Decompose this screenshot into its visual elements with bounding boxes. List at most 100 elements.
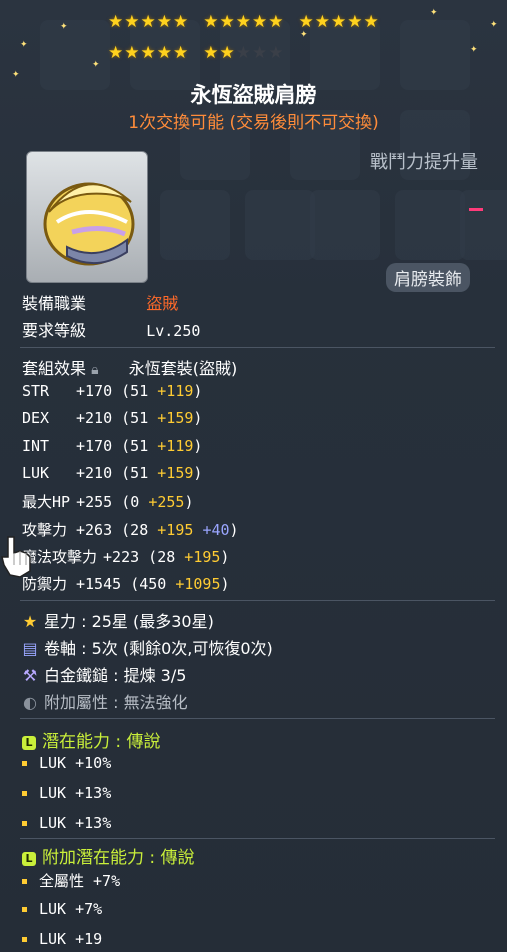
sparkle-icon: ✦ [60, 22, 68, 32]
scroll-icon: ▤ [22, 639, 38, 658]
star-icon: ★ [363, 12, 380, 32]
potential-line-text: LUK +13% [39, 784, 112, 802]
stat-close: ) [220, 547, 230, 566]
combat-power-label: 戰鬥力提升量 [370, 152, 478, 173]
stat-base: (28 [148, 547, 176, 566]
job-label: 裝備職業 [22, 294, 87, 313]
stat-bonus: +159 [157, 463, 194, 482]
item-tooltip: ★★★★★ ★★★★★ ★★★★★ ★★★★★ ★★★★★ ✦ ✦ ✦ ✦ ✦ ✦ ✦… [0, 0, 507, 952]
divider [20, 838, 495, 839]
star-icon: ★ [252, 43, 269, 63]
hammer-text: 白金鐵鎚 : 提煉 3/5 [44, 666, 187, 685]
stat-name: 最大HP [22, 493, 71, 512]
sparkle-icon: ✦ [470, 45, 478, 55]
star-icon: ★ [314, 12, 331, 32]
legendary-grade-icon: L [22, 851, 36, 866]
sparkle-icon: ✦ [430, 8, 438, 18]
stat-total: +255 [76, 493, 113, 512]
star-icon: ★ [203, 12, 220, 32]
sparkle-icon: ✦ [300, 30, 308, 40]
additional-potential-title: 附加潛在能力 : 傳說 [42, 848, 195, 868]
stat-base: (51 [121, 409, 149, 428]
star-icon: ★ [219, 43, 236, 63]
divider [20, 347, 495, 348]
star-row-2: ★★★★★ ★★★★★ [108, 43, 299, 63]
level-value: Lv.250 [146, 322, 201, 340]
hand-cursor-icon [1, 536, 31, 578]
star-icon: ★ [268, 43, 285, 63]
stat-bonus: +159 [157, 409, 194, 428]
stat-name: INT [22, 436, 50, 455]
stat-base: (51 [121, 463, 149, 482]
shoulder-item-icon [43, 182, 135, 266]
stat-row: LUK +210 (51 +159) [22, 464, 202, 482]
stat-total: +210 [76, 409, 113, 428]
potential-line: LUK +7% [22, 900, 102, 918]
stat-bonus: +119 [157, 436, 194, 455]
soul-icon: ◐ [23, 693, 37, 712]
stat-base: (0 [121, 493, 140, 512]
stat-row: 最大HP +255 (0 +255) [22, 491, 193, 512]
bullet-icon [22, 907, 27, 912]
stat-base: (51 [121, 436, 149, 455]
stat-row: 魔法攻擊力 +223 (28 +195) [22, 546, 229, 567]
star-icon: ★ [156, 43, 173, 63]
stat-close: ) [193, 409, 203, 428]
potential-line: LUK +10% [22, 754, 111, 772]
potential-title: 潛在能力 : 傳說 [42, 732, 161, 752]
bullet-icon [22, 879, 27, 884]
potential-line: 全屬性 +7% [22, 870, 120, 891]
stat-close: ) [220, 575, 230, 594]
stat-row: INT +170 (51 +119) [22, 437, 202, 455]
potential-line: LUK +13% [22, 784, 111, 802]
star-icon: ★ [156, 12, 173, 32]
stat-total: +1545 [76, 575, 122, 594]
star-icon: ★ [252, 12, 269, 32]
star-icon: ★ [219, 12, 236, 32]
category-badge: 肩膀裝飾 [386, 263, 470, 292]
set-value: 永恆套裝(盜賊) [128, 359, 238, 378]
sparkle-icon: ✦ [490, 20, 498, 30]
starforce-text: 星力 : 25星 (最多30星) [44, 612, 214, 631]
job-row: 裝備職業 盜賊 [22, 290, 178, 314]
soul-row: ◐ 附加屬性 : 無法強化 [22, 689, 188, 713]
star-icon: ★ [235, 43, 252, 63]
sparkle-icon: ✦ [20, 40, 28, 50]
stat-close: ) [193, 463, 203, 482]
stat-bonus: +195 [157, 520, 194, 539]
trade-note: 1次交換可能 (交易後則不可交換) [128, 113, 379, 133]
bullet-icon [22, 791, 27, 796]
scroll-text: 卷軸 : 5次 (剩餘0次,可恢復0次) [44, 639, 273, 658]
lock-icon: 🔒︎ [91, 362, 99, 378]
soul-text: 附加屬性 : 無法強化 [44, 693, 188, 712]
stat-close: ) [193, 436, 203, 455]
star-icon: ★ [203, 43, 220, 63]
set-label: 套組效果 [22, 359, 87, 378]
star-icon: ★ [268, 12, 285, 32]
stat-row: DEX +210 (51 +159) [22, 409, 202, 427]
potential-header: L 潛在能力 : 傳說 [22, 727, 161, 752]
stat-base: (28 [121, 520, 149, 539]
star-icon: ★ [173, 43, 190, 63]
stat-bonus: +195 [184, 547, 221, 566]
potential-line: LUK +13% [22, 814, 111, 832]
star-icon: ★ [298, 12, 315, 32]
stat-total: +210 [76, 463, 113, 482]
hammer-row: ⚒ 白金鐵鎚 : 提煉 3/5 [22, 662, 187, 686]
stat-base: (450 [130, 575, 167, 594]
stat-name: LUK [22, 463, 50, 482]
star-icon: ★ [331, 12, 348, 32]
stat-row: 防禦力 +1545 (450 +1095) [22, 573, 230, 594]
potential-line-text: LUK +13% [39, 814, 112, 832]
stat-extra: +40 [202, 520, 230, 539]
stat-close: ) [229, 520, 239, 539]
level-row: 要求等級 Lv.250 [22, 317, 200, 341]
star-icon: ★ [124, 43, 141, 63]
star-icon: ★ [140, 12, 157, 32]
potential-line-text: LUK +19 [39, 930, 103, 948]
bullet-icon [22, 761, 27, 766]
bullet-icon [22, 937, 27, 942]
additional-potential-header: L 附加潛在能力 : 傳說 [22, 843, 195, 868]
star-icon: ★ [173, 12, 190, 32]
star-icon: ★ [108, 43, 125, 63]
